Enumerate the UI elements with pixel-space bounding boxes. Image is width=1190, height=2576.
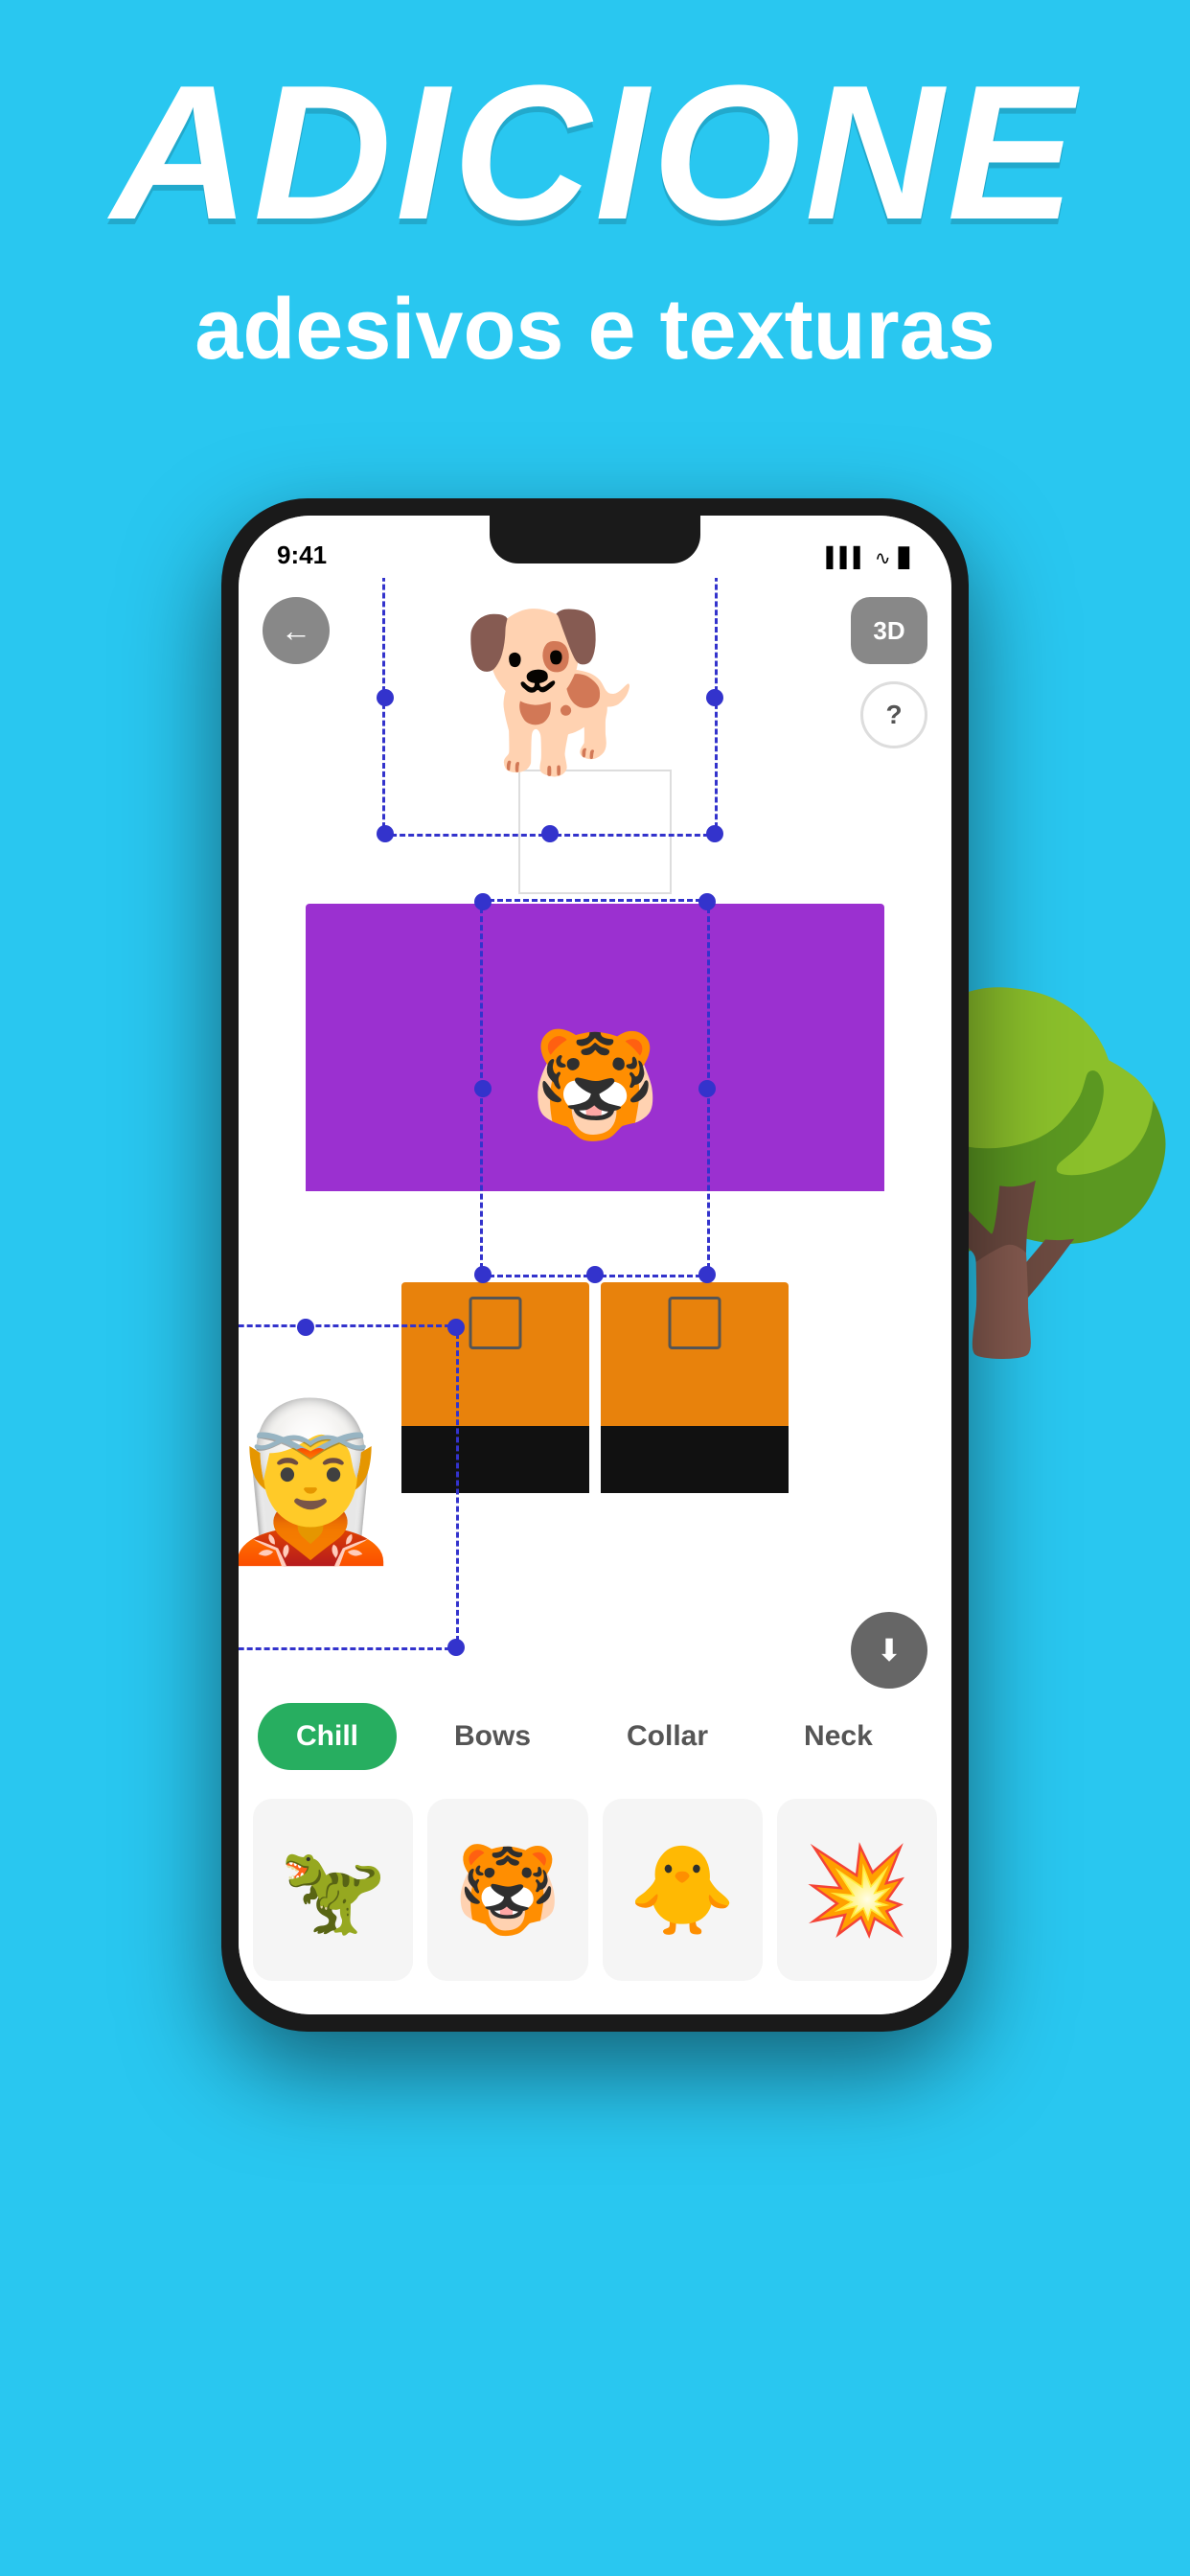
- download-icon: ⬇: [877, 1632, 903, 1668]
- notch: [490, 516, 700, 564]
- download-button[interactable]: ⬇: [851, 1612, 927, 1689]
- help-icon: ?: [885, 700, 902, 730]
- status-time: 9:41: [277, 540, 327, 570]
- shirt-center-bottom: [490, 1191, 700, 1268]
- category-tabs: Chill Bows Collar Neck: [239, 1703, 951, 1770]
- shirt-dot-bm[interactable]: [586, 1266, 604, 1283]
- tiger-sticker-on-shirt: 🐯: [530, 1033, 661, 1138]
- subtitle: adesivos e texturas: [0, 278, 1190, 381]
- shirt-right-bottom: [700, 1191, 884, 1268]
- pants-right-panel: [601, 1282, 789, 1493]
- signal-icon: ▌▌▌: [826, 547, 867, 569]
- sticker-cell-duck[interactable]: 🐥: [603, 1799, 763, 1981]
- shirt-dot-br[interactable]: [698, 1266, 716, 1283]
- pants-left-pocket: [469, 1297, 522, 1349]
- phone-screen: 9:41 ▌▌▌ ∿ ▊ ← 3D: [239, 516, 951, 2014]
- header-section: ADICIONE adesivos e texturas: [0, 58, 1190, 381]
- tab-bows[interactable]: Bows: [416, 1703, 569, 1770]
- shiba-emoji: 🐕: [392, 578, 718, 837]
- 3d-button[interactable]: 3D: [851, 597, 927, 664]
- pants-right-bottom: [601, 1426, 789, 1493]
- sticker-anime-girl[interactable]: 🧝: [239, 1324, 459, 1641]
- battery-icon: ▊: [899, 546, 913, 570]
- shirt-right-panel: [700, 904, 884, 1268]
- sticker-cell-explosion[interactable]: 💥: [777, 1799, 937, 1981]
- pants-panels: [401, 1282, 789, 1493]
- shirt-left-panel: [306, 904, 490, 1268]
- tab-chill[interactable]: Chill: [258, 1703, 397, 1770]
- sticker-grid: 🦖 🐯 🐥 💥: [239, 1784, 951, 1995]
- shirt-center-panel[interactable]: 🐯: [490, 904, 700, 1268]
- explosion-icon: 💥: [803, 1840, 910, 1941]
- shirt-dot-bl[interactable]: [474, 1266, 492, 1283]
- tab-collar[interactable]: Collar: [588, 1703, 746, 1770]
- phone-mockup: 9:41 ▌▌▌ ∿ ▊ ← 3D: [221, 498, 969, 2032]
- tab-chill-label: Chill: [296, 1720, 358, 1752]
- clothing-area: 🐯: [306, 770, 884, 1392]
- anime-emoji: 🧝: [239, 1324, 459, 1641]
- duck-icon: 🐥: [629, 1840, 736, 1941]
- dinosaur-icon: 🦖: [280, 1840, 387, 1941]
- main-title: ADICIONE: [0, 58, 1190, 249]
- shirt-panels: 🐯: [306, 904, 884, 1268]
- tab-collar-label: Collar: [627, 1720, 708, 1752]
- wifi-icon: ∿: [875, 546, 891, 570]
- back-arrow-icon: ←: [281, 613, 311, 649]
- back-button[interactable]: ←: [263, 597, 330, 664]
- tab-bows-label: Bows: [454, 1720, 531, 1752]
- anime-dot-br[interactable]: [447, 1639, 465, 1656]
- sticker-cell-tiger[interactable]: 🐯: [427, 1799, 587, 1981]
- status-icons: ▌▌▌ ∿ ▊: [826, 546, 913, 570]
- tab-neck-label: Neck: [804, 1720, 873, 1752]
- phone-frame: 9:41 ▌▌▌ ∿ ▊ ← 3D: [221, 498, 969, 2032]
- app-content: ← 3D ?: [239, 578, 951, 2014]
- tab-neck[interactable]: Neck: [766, 1703, 911, 1770]
- sticker-shiba[interactable]: 🐕: [392, 578, 718, 837]
- pants-right-pocket: [669, 1297, 721, 1349]
- sticker-cell-dinosaur[interactable]: 🦖: [253, 1799, 413, 1981]
- 3d-label: 3D: [873, 616, 904, 646]
- tiger-icon: 🐯: [454, 1840, 561, 1941]
- help-button[interactable]: ?: [860, 681, 927, 748]
